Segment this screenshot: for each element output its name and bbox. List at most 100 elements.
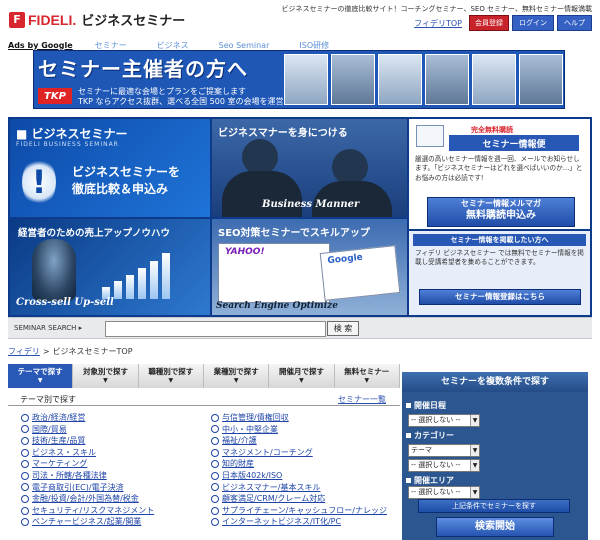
register-button[interactable]: 会員登録: [469, 15, 509, 31]
tab-label: 職種別で探す: [148, 367, 194, 376]
tkp-logo-icon: TKP: [38, 88, 72, 104]
hero-sales-knowhow[interactable]: 経営者のための売上アップノウハウ Cross-sell Up-sell: [10, 219, 210, 315]
topic-link-label: 金融/投資/会計/外国為替/税金: [32, 494, 139, 504]
seminar-list-link[interactable]: セミナー一覧: [338, 394, 386, 405]
topic-link-label: ビジネスマナー/基本スキル: [222, 482, 321, 492]
hero-p4-caption: Search Engine Optimize: [216, 301, 338, 311]
topic-link-label: インターネットビジネス/IT化/PC: [222, 517, 342, 527]
organizer-register-button[interactable]: セミナー情報登録はこちら: [419, 289, 581, 305]
tab-target[interactable]: 対象別で探す ▼: [73, 364, 139, 388]
topic-link[interactable]: ビジネスマナー/基本スキル: [211, 482, 401, 494]
yahoo-screenshot-icon: YAHOO!: [218, 243, 330, 303]
breadcrumb-separator: >: [42, 347, 50, 356]
fideli-top-link[interactable]: フィデリTOP: [414, 18, 462, 29]
hero-business-manner[interactable]: ビジネスマナーを身につける Business Manner: [212, 119, 407, 217]
topic-columns: 政治/経済/経営 国際/貿易 技術/生産/品質 ビジネス・スキル マーケティング…: [21, 412, 401, 528]
tab-industry[interactable]: 業種別で探す ▼: [203, 364, 270, 388]
ad-link-seo-seminar[interactable]: Seo Seminar: [219, 41, 270, 50]
ad-link-seminar[interactable]: セミナー: [95, 40, 127, 51]
date-label: 開催日程: [406, 400, 446, 411]
topic-column-left: 政治/経済/経営 国際/貿易 技術/生産/品質 ビジネス・スキル マーケティング…: [21, 412, 211, 528]
topic-link-label: 福祉/介護: [222, 436, 257, 446]
topic-link-label: サプライチェーン/キャッシュフロー/ナレッジ: [222, 505, 387, 515]
circle-bullet-icon: [21, 483, 29, 492]
topic-link[interactable]: 政治/経済/経営: [21, 412, 211, 424]
category-type-select[interactable]: テーマ ▼: [408, 444, 480, 457]
tab-label: 開催月で探す: [278, 367, 324, 376]
circle-bullet-icon: [211, 448, 219, 457]
hero-p2-caption: Business Manner: [262, 199, 360, 210]
search-by-conditions-button[interactable]: 上記条件でセミナーを探す: [418, 499, 570, 513]
help-button[interactable]: ヘルプ: [557, 15, 592, 31]
hero-business-seminar[interactable]: ■ ビジネスセミナー FIDELI BUSINESS SEMINAR ! ビジネ…: [10, 119, 210, 217]
circle-bullet-icon: [211, 506, 219, 515]
newsletter-description: 厳選の高いセミナー情報を週一回、メールでお知らせします。「ビジネスセミナーはどれ…: [415, 155, 583, 182]
logo-mark-icon: F: [9, 11, 25, 28]
ad-link-iso-training[interactable]: ISO研修: [299, 40, 329, 51]
square-bullet-icon: [406, 433, 411, 438]
topic-link[interactable]: セキュリティ/リスクマネジメント: [21, 505, 211, 517]
topic-link-label: 政治/経済/経営: [32, 413, 86, 422]
chevron-down-icon: ▼: [470, 445, 479, 456]
topic-link[interactable]: 国際/貿易: [21, 424, 211, 436]
circle-bullet-icon: [21, 471, 29, 480]
date-select[interactable]: -- 選択しない -- ▼: [408, 414, 480, 427]
topic-link[interactable]: 中小・中堅企業: [211, 424, 401, 436]
start-search-button[interactable]: 検索開始: [436, 517, 554, 537]
topic-link[interactable]: 日本版402k/ISO: [211, 470, 401, 482]
seminar-search-input[interactable]: [105, 321, 326, 337]
meeting-room-photo-icon: [378, 54, 422, 105]
newsletter-subscribe-button[interactable]: セミナー情報メルマガ 無料購読申込み: [427, 197, 575, 227]
topic-link[interactable]: 顧客満足/CRM/クレーム対応: [211, 493, 401, 505]
topic-link[interactable]: ベンチャービジネス/起業/開業: [21, 516, 211, 528]
tkp-banner[interactable]: セミナー主催者の方へ TKP セミナーに最適な会場とプランをご提案します TKP…: [33, 50, 565, 109]
tab-theme[interactable]: テーマで探す ▼: [8, 364, 74, 388]
topic-link[interactable]: マーケティング: [21, 458, 211, 470]
tab-month[interactable]: 開催月で探す ▼: [269, 364, 335, 388]
hero-grid: ■ ビジネスセミナー FIDELI BUSINESS SEMINAR ! ビジネ…: [8, 117, 592, 317]
topic-link[interactable]: 福祉/介護: [211, 435, 401, 447]
topic-link[interactable]: 電子商取引(EC)/電子決済: [21, 482, 211, 494]
hero-p1-headline: ビジネスセミナーを 徹底比較＆申込み: [72, 164, 180, 198]
area-select-value: -- 選択しない --: [411, 488, 461, 496]
newsletter-box: 完全無料購読 セミナー情報便 厳選の高いセミナー情報を週一回、メールでお知らせし…: [409, 119, 590, 229]
topic-link[interactable]: 司法・所轄/各種法律: [21, 470, 211, 482]
venue-photo-icon: [472, 54, 516, 105]
circle-bullet-icon: [211, 413, 219, 422]
topic-link[interactable]: 金融/投資/会計/外国為替/税金: [21, 493, 211, 505]
seminar-search-button[interactable]: 検 索: [327, 321, 359, 336]
circle-bullet-icon: [211, 494, 219, 503]
circle-bullet-icon: [21, 518, 29, 527]
newsletter-button-line-1: セミナー情報メルマガ: [461, 199, 541, 208]
multi-search-title: セミナーを複数条件で探す: [402, 372, 588, 392]
hero-seo-seminar[interactable]: SEO対策セミナーでスキルアップ YAHOO! Google Search En…: [212, 219, 407, 315]
tab-label: 対象別で探す: [82, 367, 128, 376]
login-button[interactable]: ログイン: [512, 15, 554, 31]
topic-link[interactable]: 知的財産: [211, 458, 401, 470]
tab-free-seminar[interactable]: 無料セミナー ▼: [334, 364, 400, 388]
area-label-text: 開催エリア: [414, 476, 454, 485]
site-logo[interactable]: F FIDELI. ビジネスセミナー: [9, 10, 185, 29]
topic-link-label: 中小・中堅企業: [222, 424, 278, 434]
topic-link[interactable]: マネジメント/コーチング: [211, 447, 401, 459]
area-label: 開催エリア: [406, 475, 454, 486]
category-label: カテゴリー: [406, 430, 454, 441]
breadcrumb-current: ビジネスセミナーTOP: [52, 347, 133, 356]
topic-link[interactable]: 与信管理/債権回収: [211, 412, 401, 424]
exclamation-icon: !: [22, 157, 56, 207]
ad-link-business[interactable]: ビジネス: [157, 40, 189, 51]
tab-label: 業種別で探す: [213, 367, 259, 376]
ads-by-google-link[interactable]: Ads by Google: [8, 41, 73, 50]
topic-link[interactable]: インターネットビジネス/IT化/PC: [211, 516, 401, 528]
topic-link[interactable]: サプライチェーン/キャッシュフロー/ナレッジ: [211, 505, 401, 517]
topic-link-label: 電子商取引(EC)/電子決済: [32, 482, 124, 492]
breadcrumb-home-link[interactable]: フィデリ: [8, 347, 40, 356]
area-select[interactable]: -- 選択しない -- ▼: [408, 486, 480, 499]
chevron-down-icon: ▼: [233, 377, 239, 384]
tab-job-type[interactable]: 職種別で探す ▼: [138, 364, 204, 388]
circle-bullet-icon: [21, 460, 29, 469]
topic-link[interactable]: 技術/生産/品質: [21, 435, 211, 447]
topic-link[interactable]: ビジネス・スキル: [21, 447, 211, 459]
topic-link-label: 与信管理/債権回収: [222, 413, 289, 422]
category-select[interactable]: -- 選択しない -- ▼: [408, 459, 480, 472]
